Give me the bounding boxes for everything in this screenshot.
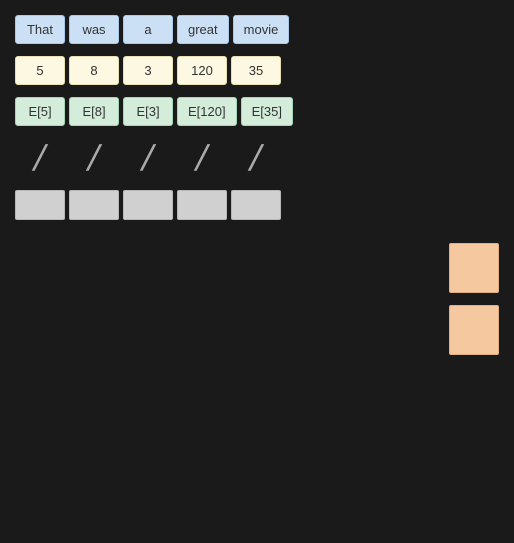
word-token-movie: movie (233, 15, 290, 44)
slash-icon-3: ╱ (123, 138, 173, 178)
number-token-row: 5 8 3 120 35 (15, 56, 499, 85)
gray-box-4 (177, 190, 227, 220)
word-token-great: great (177, 15, 229, 44)
slash-icon-2: ╱ (69, 138, 119, 178)
bottom-section (0, 243, 514, 355)
gray-box-5 (231, 190, 281, 220)
embedding-token-8: E[8] (69, 97, 119, 126)
embedding-token-35: E[35] (241, 97, 293, 126)
number-token-3: 3 (123, 56, 173, 85)
number-token-120: 120 (177, 56, 227, 85)
peach-box-1 (449, 243, 499, 293)
word-token-a: a (123, 15, 173, 44)
number-token-35: 35 (231, 56, 281, 85)
gray-box-1 (15, 190, 65, 220)
word-token-was: was (69, 15, 119, 44)
slash-icon-4: ╱ (177, 138, 227, 178)
gray-box-3 (123, 190, 173, 220)
slash-icon-5: ╱ (231, 138, 281, 178)
number-token-8: 8 (69, 56, 119, 85)
slash-icon-row: ╱ ╱ ╱ ╱ ╱ (15, 138, 499, 178)
slash-icon-1: ╱ (15, 138, 65, 178)
embedding-token-5: E[5] (15, 97, 65, 126)
word-token-that: That (15, 15, 65, 44)
number-token-5: 5 (15, 56, 65, 85)
embedding-token-120: E[120] (177, 97, 237, 126)
word-token-row: That was a great movie (15, 15, 499, 44)
peach-box-2 (449, 305, 499, 355)
embedding-token-row: E[5] E[8] E[3] E[120] E[35] (15, 97, 499, 126)
embedding-token-3: E[3] (123, 97, 173, 126)
gray-box-2 (69, 190, 119, 220)
gray-box-row (15, 190, 499, 220)
